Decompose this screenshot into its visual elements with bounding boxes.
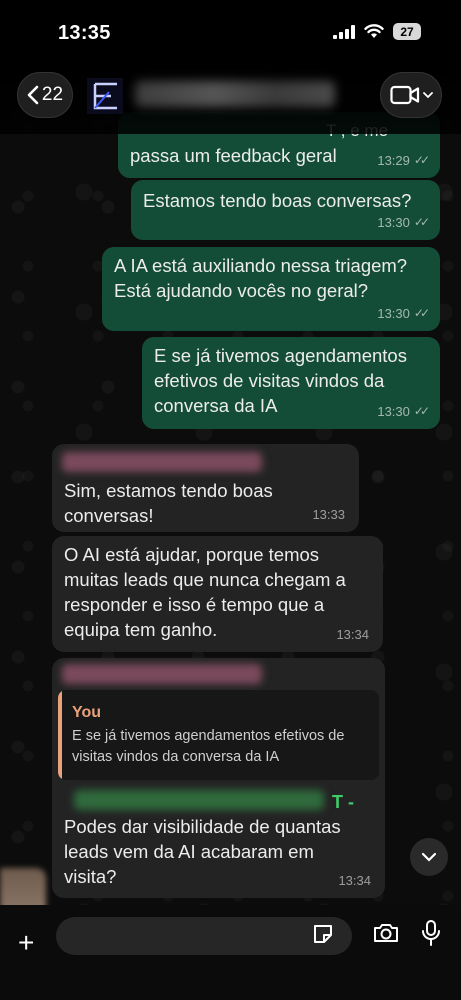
quote-author: You (72, 704, 102, 721)
sticker-icon[interactable] (312, 923, 334, 945)
message-time: 13:34 (336, 627, 369, 642)
status-bar: 13:35 27 (0, 0, 461, 64)
message-meta: 13:29 ✓✓ (377, 148, 430, 173)
message-time: 13:33 (312, 507, 345, 522)
contact-name-redacted[interactable] (135, 81, 335, 107)
message-time: 13:29 (377, 153, 410, 168)
read-receipt-icon: ✓✓ (413, 215, 430, 229)
message-meta: 13:34 (338, 868, 371, 893)
chevron-down-icon (421, 852, 437, 862)
chat-header: 22 (0, 64, 461, 134)
quote-accent-bar (58, 690, 62, 780)
quoted-message[interactable]: You E se já tivemos agendamentos efetivo… (58, 690, 379, 780)
quote-text: E se já tivemos agendamentos efetivos de… (72, 728, 345, 765)
back-button[interactable]: 22 (17, 72, 73, 118)
message-meta: 13:30 ✓✓ (377, 301, 430, 326)
contact-logo-icon[interactable] (87, 78, 123, 114)
message-meta: 13:30 ✓✓ (377, 399, 430, 424)
composer-bar: + (0, 905, 461, 1000)
message-time: 13:34 (338, 873, 371, 888)
message-outgoing[interactable]: E se já tivemos agendamentos efetivos de… (142, 337, 440, 429)
message-meta: 13:33 (312, 502, 345, 527)
sender-name-redacted (62, 664, 262, 684)
read-receipt-icon: ✓✓ (413, 153, 430, 167)
cellular-signal-icon (333, 24, 355, 39)
plus-icon[interactable]: + (18, 927, 34, 959)
status-time: 13:35 (58, 22, 111, 44)
video-camera-icon (389, 85, 419, 105)
read-receipt-icon: ✓✓ (413, 306, 430, 320)
message-incoming[interactable]: O AI está ajudar, porque temos muitas le… (52, 536, 383, 652)
battery-indicator: 27 (393, 23, 421, 40)
message-input[interactable] (56, 917, 352, 955)
message-incoming-reply[interactable]: You E se já tivemos agendamentos efetivo… (52, 658, 385, 898)
message-text: Podes dar visibilidade de quantas leads … (64, 816, 341, 887)
message-incoming[interactable]: Sim, estamos tendo boas conversas! 13:33 (52, 444, 359, 532)
wifi-icon (364, 24, 384, 38)
camera-icon[interactable] (372, 922, 400, 944)
status-icons: 27 (333, 23, 421, 40)
video-call-button[interactable] (380, 72, 442, 118)
message-text: A IA está auxiliando nessa triagem? Está… (114, 255, 408, 301)
message-outgoing[interactable]: Estamos tendo boas conversas? 13:30 ✓✓ (131, 180, 440, 240)
message-time: 13:30 (377, 215, 410, 230)
chevron-left-icon (27, 85, 39, 105)
message-meta: 13:34 (336, 622, 369, 647)
sender-name-suffix: T - (332, 792, 354, 812)
sender-name-redacted (74, 790, 324, 810)
message-text: O AI está ajudar, porque temos muitas le… (64, 544, 346, 640)
sender-name-redacted (62, 452, 262, 472)
message-outgoing[interactable]: A IA está auxiliando nessa triagem? Está… (102, 247, 440, 331)
message-time: 13:30 (377, 306, 410, 321)
message-text: Estamos tendo boas conversas? (143, 190, 412, 211)
unread-count: 22 (41, 84, 64, 105)
message-meta: 13:30 ✓✓ (377, 210, 430, 235)
chevron-down-icon (422, 91, 433, 98)
read-receipt-icon: ✓✓ (413, 404, 430, 418)
message-time: 13:30 (377, 404, 410, 419)
scroll-to-bottom-button[interactable] (410, 838, 448, 876)
microphone-icon[interactable] (420, 919, 442, 947)
